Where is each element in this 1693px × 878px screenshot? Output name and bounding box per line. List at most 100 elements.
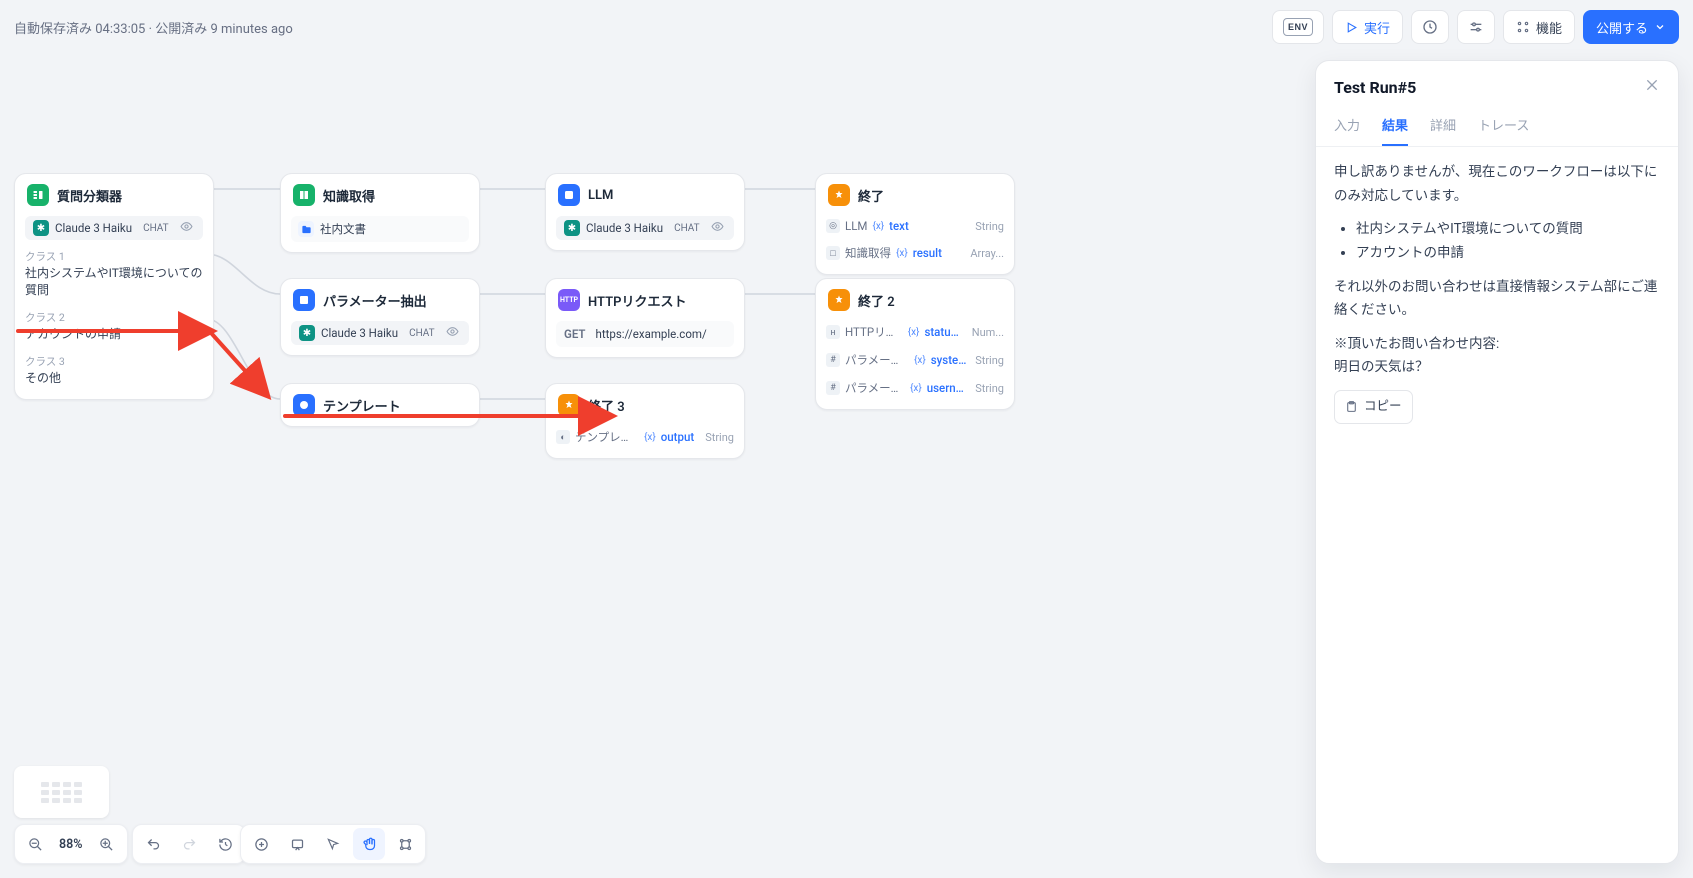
param-source-icon: # [826, 353, 840, 367]
env-icon: ENV [1283, 18, 1313, 36]
template-source-icon: ◐ [556, 430, 570, 444]
model-chip[interactable]: ✱ Claude 3 Haiku CHAT [25, 216, 203, 240]
minimap-content [41, 782, 82, 803]
panel-body: 申し訳ありませんが、現在このワークフローは以下にのみ対応しています。 社内システ… [1316, 147, 1678, 438]
chat-tag: CHAT [404, 326, 440, 341]
class-text: その他 [25, 369, 203, 386]
node-end-3[interactable]: 終了 3 ◐テンプレート{x}output String [545, 383, 745, 459]
eye-icon [711, 220, 724, 236]
save-status: 自動保存済み 04:33:05 · 公開済み 9 minutes ago [14, 18, 293, 37]
settings-toggle-button[interactable] [1457, 10, 1495, 44]
zoom-in-button[interactable] [91, 828, 123, 860]
class-label: クラス 2 [25, 310, 203, 325]
node-title: LLM [588, 188, 613, 203]
comment-button[interactable] [281, 828, 313, 860]
class-label: クラス 1 [25, 249, 203, 264]
minimap[interactable] [14, 766, 109, 818]
panel-tabs: 入力 結果 詳細 トレース [1316, 107, 1678, 147]
output-source: 知識取得 [845, 245, 891, 261]
tab-result[interactable]: 結果 [1382, 107, 1408, 146]
history-button[interactable] [209, 828, 241, 860]
node-llm[interactable]: LLM ✱ Claude 3 Haiku CHAT [545, 173, 745, 251]
sliders-icon [1468, 19, 1484, 35]
publish-label: 公開する [1596, 18, 1648, 37]
tab-detail[interactable]: 詳細 [1430, 107, 1456, 146]
template-icon [293, 394, 315, 416]
undo-button[interactable] [137, 828, 169, 860]
node-title: テンプレート [323, 396, 401, 415]
schedule-button[interactable] [1411, 10, 1449, 44]
node-title: 知識取得 [323, 186, 375, 205]
panel-title: Test Run#5 [1334, 78, 1416, 97]
organize-button[interactable] [389, 828, 421, 860]
model-name: Claude 3 Haiku [321, 326, 398, 340]
node-title: HTTPリクエスト [588, 291, 686, 310]
zoom-out-button[interactable] [19, 828, 51, 860]
separator: · [149, 22, 152, 37]
http-icon: HTTP [558, 289, 580, 311]
redo-button[interactable] [173, 828, 205, 860]
class-text: アカウントの申請 [25, 325, 203, 342]
copy-label: コピー [1364, 396, 1402, 418]
node-title: 質問分類器 [57, 186, 122, 205]
tab-input[interactable]: 入力 [1334, 107, 1360, 146]
zoom-level: 88% [55, 837, 87, 852]
knowledge-source-icon: □ [826, 246, 840, 260]
node-question-classifier[interactable]: 質問分類器 ✱ Claude 3 Haiku CHAT クラス 1 社内システム… [14, 173, 214, 400]
topbar: 自動保存済み 04:33:05 · 公開済み 9 minutes ago ENV… [0, 0, 1693, 54]
node-end-1[interactable]: 終了 ◎ LLM {x} text String □ 知識取得 {x} resu… [815, 173, 1015, 275]
node-end-2[interactable]: 終了 2 ʜHTTPリク...{x}status... Num... #パラメー… [815, 278, 1015, 410]
book-icon [293, 184, 315, 206]
run-button[interactable]: 実行 [1332, 10, 1403, 44]
node-template[interactable]: テンプレート [280, 383, 480, 427]
class-label: クラス 3 [25, 354, 203, 369]
tab-trace[interactable]: トレース [1478, 107, 1529, 146]
test-run-panel: Test Run#5 入力 結果 詳細 トレース 申し訳ありませんが、現在このワ… [1315, 60, 1679, 864]
http-url: https://example.com/ [596, 327, 707, 341]
run-label: 実行 [1364, 18, 1390, 37]
model-name: Claude 3 Haiku [55, 221, 132, 235]
model-chip[interactable]: ✱ Claude 3 Haiku CHAT [556, 216, 734, 240]
result-text: 申し訳ありませんが、現在このワークフローは以下にのみ対応しています。 [1334, 161, 1660, 208]
chat-tag: CHAT [669, 221, 705, 236]
zoom-toolbar: 88% [14, 824, 128, 864]
doc-name: 社内文書 [320, 221, 366, 237]
output-var: result [913, 246, 942, 260]
pointer-tool-button[interactable] [317, 828, 349, 860]
class-text: 社内システムやIT環境についての質問 [25, 264, 203, 298]
output-row: □ 知識取得 {x} result Array... [826, 242, 1004, 264]
output-row: ʜHTTPリク...{x}status... Num... [826, 321, 1004, 343]
http-config[interactable]: GET https://example.com/ [556, 321, 734, 347]
env-button[interactable]: ENV [1272, 10, 1324, 44]
clipboard-icon [1345, 400, 1358, 413]
model-name: Claude 3 Haiku [586, 221, 663, 235]
chevron-down-icon [1654, 21, 1666, 33]
anthropic-icon: ✱ [299, 325, 315, 341]
output-type: Array... [970, 247, 1004, 260]
node-knowledge-retrieval[interactable]: 知識取得 社内文書 [280, 173, 480, 253]
class-3: クラス 3 その他 [25, 351, 203, 389]
anthropic-icon: ✱ [564, 220, 580, 236]
publish-button[interactable]: 公開する [1583, 10, 1679, 44]
eye-icon [180, 220, 193, 236]
add-node-button[interactable] [245, 828, 277, 860]
workflow-canvas[interactable]: 質問分類器 ✱ Claude 3 Haiku CHAT クラス 1 社内システム… [0, 54, 1313, 878]
model-chip[interactable]: ✱ Claude 3 Haiku CHAT [291, 321, 469, 345]
class-2: クラス 2 アカウントの申請 [25, 307, 203, 345]
output-type: String [975, 220, 1004, 233]
knowledge-doc[interactable]: 社内文書 [291, 216, 469, 242]
hand-tool-button[interactable] [353, 828, 385, 860]
class-1: クラス 1 社内システムやIT環境についての質問 [25, 246, 203, 301]
features-button[interactable]: 機能 [1503, 10, 1575, 44]
node-title: 終了 [858, 186, 884, 205]
close-button[interactable] [1644, 77, 1660, 97]
end-icon [828, 289, 850, 311]
output-source: LLM [845, 219, 867, 233]
http-source-icon: ʜ [826, 325, 840, 339]
published-text: 公開済み 9 minutes ago [155, 22, 293, 37]
node-title: 終了 2 [858, 291, 895, 310]
node-parameter-extract[interactable]: パラメーター抽出 ✱ Claude 3 Haiku CHAT [280, 278, 480, 356]
copy-button[interactable]: コピー [1334, 390, 1413, 424]
node-http-request[interactable]: HTTP HTTPリクエスト GET https://example.com/ [545, 278, 745, 358]
folder-icon [298, 221, 314, 237]
